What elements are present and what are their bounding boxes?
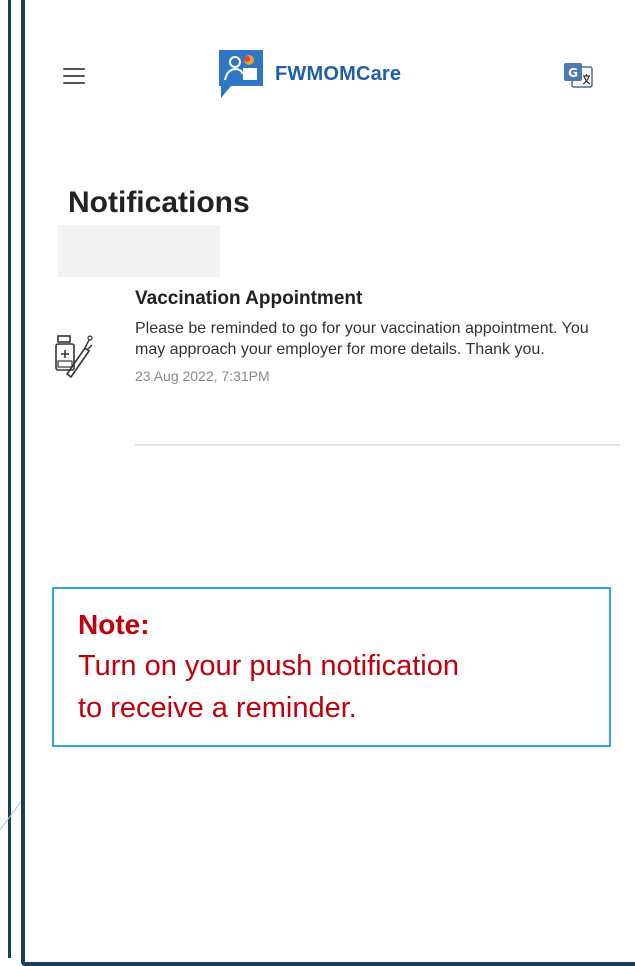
- placeholder-block: [58, 225, 220, 277]
- slide-left-frame: [0, 0, 11, 958]
- translate-icon[interactable]: G: [563, 62, 593, 90]
- notification-message: Please be reminded to go for your vaccin…: [135, 320, 589, 358]
- notification-title: Vaccination Appointment: [135, 288, 363, 309]
- brand-name: FWMOMCare: [275, 62, 402, 85]
- hamburger-menu-icon[interactable]: [63, 68, 85, 84]
- phone-screen: FWMOMCare G Notifications Vaccination Ap…: [21, 0, 635, 966]
- notification-timestamp: 23 Aug 2022, 7:31PM: [135, 368, 270, 384]
- note-text-line2: to receive a reminder.: [78, 692, 357, 724]
- vaccine-icon: [55, 330, 93, 382]
- svg-text:G: G: [568, 66, 578, 80]
- app-header: FWMOMCare G: [25, 0, 635, 150]
- note-label: Note:: [78, 609, 150, 640]
- divider: [135, 444, 620, 446]
- page-title: Notifications: [68, 186, 250, 219]
- note-callout: Note: Turn on your push notification to …: [52, 587, 611, 747]
- note-text-line1: Turn on your push notification: [78, 650, 459, 682]
- fwmomcare-logo-icon: [217, 48, 265, 100]
- brand: FWMOMCare: [217, 48, 401, 100]
- notification-body: Vaccination Appointment Please be remind…: [135, 288, 620, 384]
